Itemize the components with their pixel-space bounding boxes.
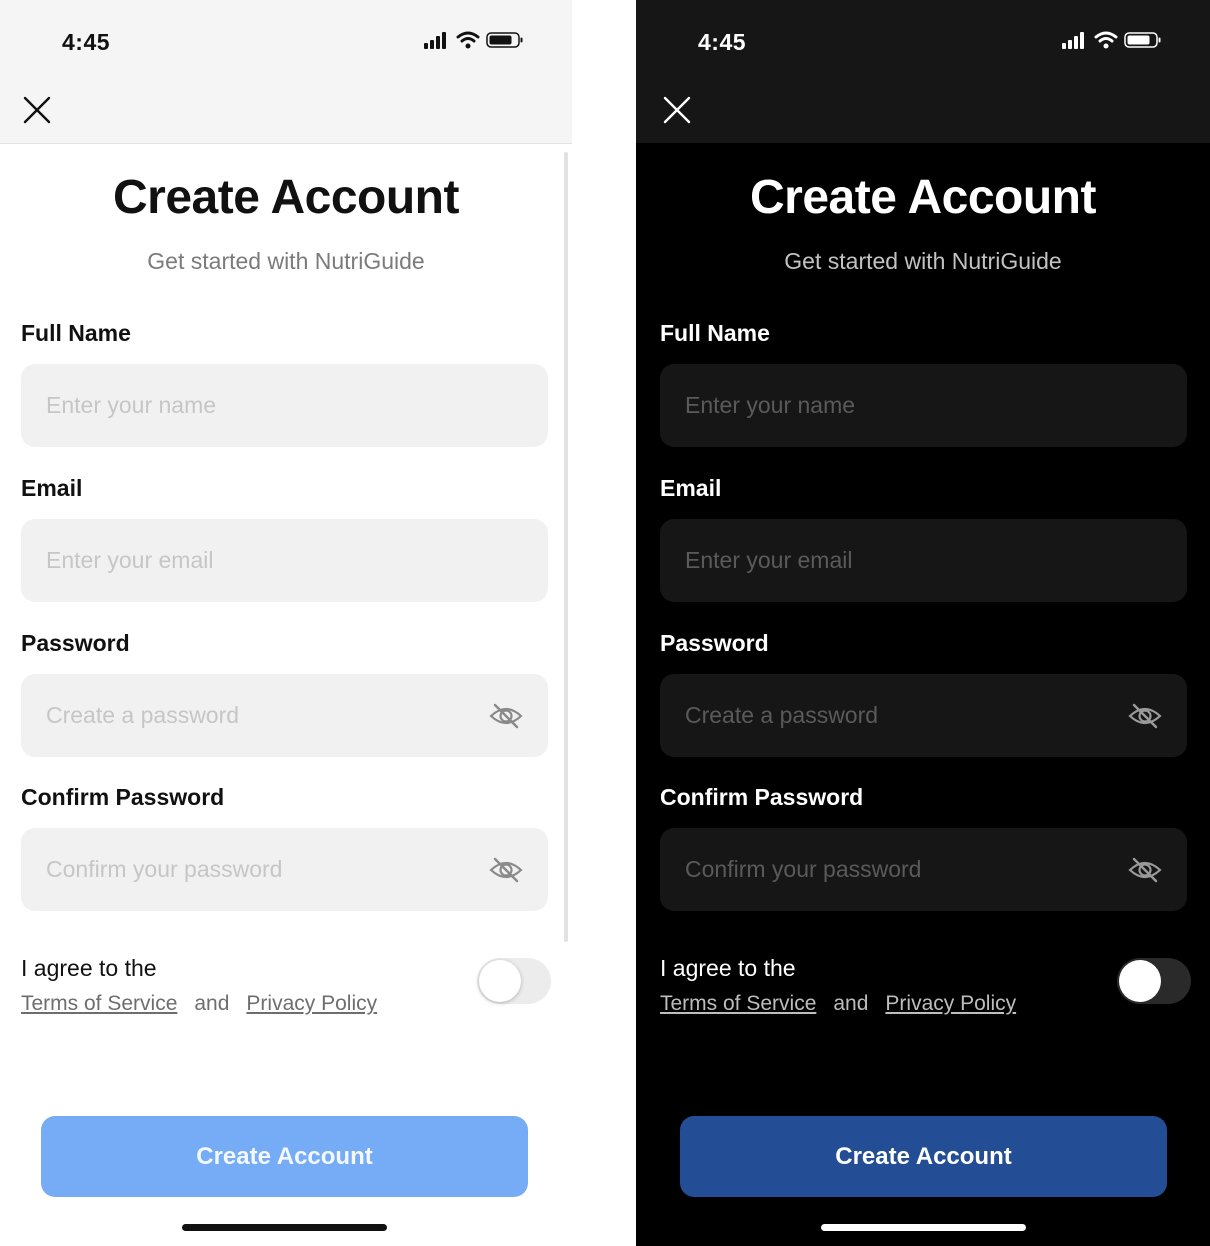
close-icon[interactable]: [662, 95, 692, 125]
eye-off-icon[interactable]: [1127, 701, 1163, 731]
terms-toggle[interactable]: [1117, 958, 1191, 1004]
terms-agreement: I agree to the Terms of Service and Privac…: [660, 950, 1016, 1022]
home-indicator: [182, 1224, 387, 1231]
top-bar: 4:45: [0, 0, 572, 144]
email-field[interactable]: [21, 519, 548, 602]
light-mode-screen: 4:45 Create Account Get started with Nut…: [0, 0, 572, 1246]
create-account-button[interactable]: Create Account: [41, 1116, 528, 1197]
page-subtitle: Get started with NutriGuide: [147, 248, 425, 274]
home-indicator: [821, 1224, 1026, 1231]
full-name-input[interactable]: [44, 391, 448, 420]
password-field[interactable]: [660, 674, 1187, 757]
toggle-knob: [479, 960, 521, 1002]
confirm-password-label: Confirm Password: [21, 784, 225, 810]
eye-off-icon[interactable]: [1127, 855, 1163, 885]
password-label: Password: [660, 630, 769, 656]
terms-toggle[interactable]: [477, 958, 551, 1004]
agree-prefix: I agree to the: [660, 955, 796, 981]
password-field[interactable]: [21, 674, 548, 757]
terms-of-service-link[interactable]: Terms of Service: [660, 992, 816, 1015]
password-input[interactable]: [44, 701, 448, 730]
page-title: Create Account: [113, 171, 459, 224]
eye-off-icon[interactable]: [488, 701, 524, 731]
eye-off-icon[interactable]: [488, 855, 524, 885]
email-label: Email: [21, 475, 83, 501]
signal-icon: [424, 32, 446, 49]
close-icon[interactable]: [22, 95, 52, 125]
wifi-icon: [1094, 31, 1118, 49]
page-subtitle: Get started with NutriGuide: [784, 248, 1062, 274]
agree-and: and: [194, 992, 230, 1015]
agree-and: and: [833, 992, 869, 1015]
top-bar: 4:45: [636, 0, 1210, 143]
confirm-password-input[interactable]: [683, 855, 1087, 884]
confirm-password-label: Confirm Password: [660, 784, 864, 810]
full-name-field[interactable]: [21, 364, 548, 447]
terms-agreement: I agree to the Terms of Service and Privac…: [21, 950, 377, 1022]
page-title: Create Account: [750, 171, 1096, 224]
email-input[interactable]: [44, 546, 448, 575]
full-name-field[interactable]: [660, 364, 1187, 447]
confirm-password-field[interactable]: [660, 828, 1187, 911]
privacy-policy-link[interactable]: Privacy Policy: [885, 992, 1016, 1015]
toggle-knob: [1119, 960, 1161, 1002]
dark-mode-screen: 4:45 Create Account Get started with Nut…: [636, 0, 1210, 1246]
agree-prefix: I agree to the: [21, 955, 157, 981]
battery-icon: [1124, 32, 1161, 48]
confirm-password-input[interactable]: [44, 855, 448, 884]
create-account-button[interactable]: Create Account: [680, 1116, 1167, 1197]
confirm-password-field[interactable]: [21, 828, 548, 911]
status-time: 4:45: [698, 29, 747, 55]
password-input[interactable]: [683, 701, 1087, 730]
full-name-label: Full Name: [21, 320, 131, 346]
scrollbar[interactable]: [564, 152, 568, 942]
password-label: Password: [21, 630, 130, 656]
status-icons: [1062, 31, 1162, 49]
email-field[interactable]: [660, 519, 1187, 602]
email-label: Email: [660, 475, 722, 501]
signal-icon: [1062, 32, 1084, 49]
status-time: 4:45: [62, 29, 111, 55]
full-name-input[interactable]: [683, 391, 1087, 420]
full-name-label: Full Name: [660, 320, 770, 346]
terms-of-service-link[interactable]: Terms of Service: [21, 992, 177, 1015]
privacy-policy-link[interactable]: Privacy Policy: [246, 992, 377, 1015]
email-input[interactable]: [683, 546, 1087, 575]
status-icons: [424, 31, 524, 49]
wifi-icon: [456, 31, 480, 49]
battery-icon: [486, 32, 523, 48]
